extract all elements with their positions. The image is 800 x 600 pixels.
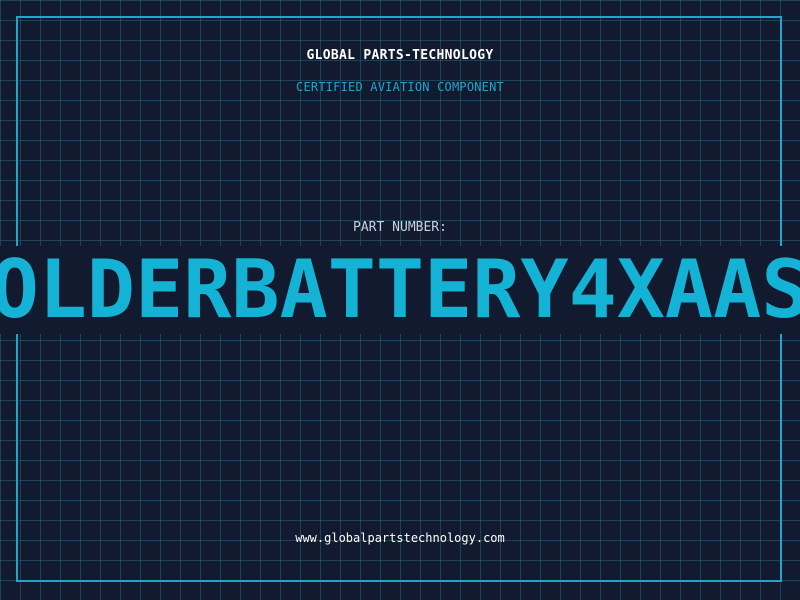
part-number-band: HOLDERBATTERY4XAASN: [0, 246, 800, 334]
part-number-label: PART NUMBER:: [353, 220, 447, 235]
label-canvas: GLOBAL PARTS-TECHNOLOGY CERTIFIED AVIATI…: [0, 0, 800, 600]
certification-subtitle: CERTIFIED AVIATION COMPONENT: [296, 80, 504, 94]
company-name: GLOBAL PARTS-TECHNOLOGY: [306, 48, 494, 63]
website-url: www.globalpartstechnology.com: [295, 531, 505, 545]
part-number-value: HOLDERBATTERY4XAASN: [0, 246, 800, 334]
